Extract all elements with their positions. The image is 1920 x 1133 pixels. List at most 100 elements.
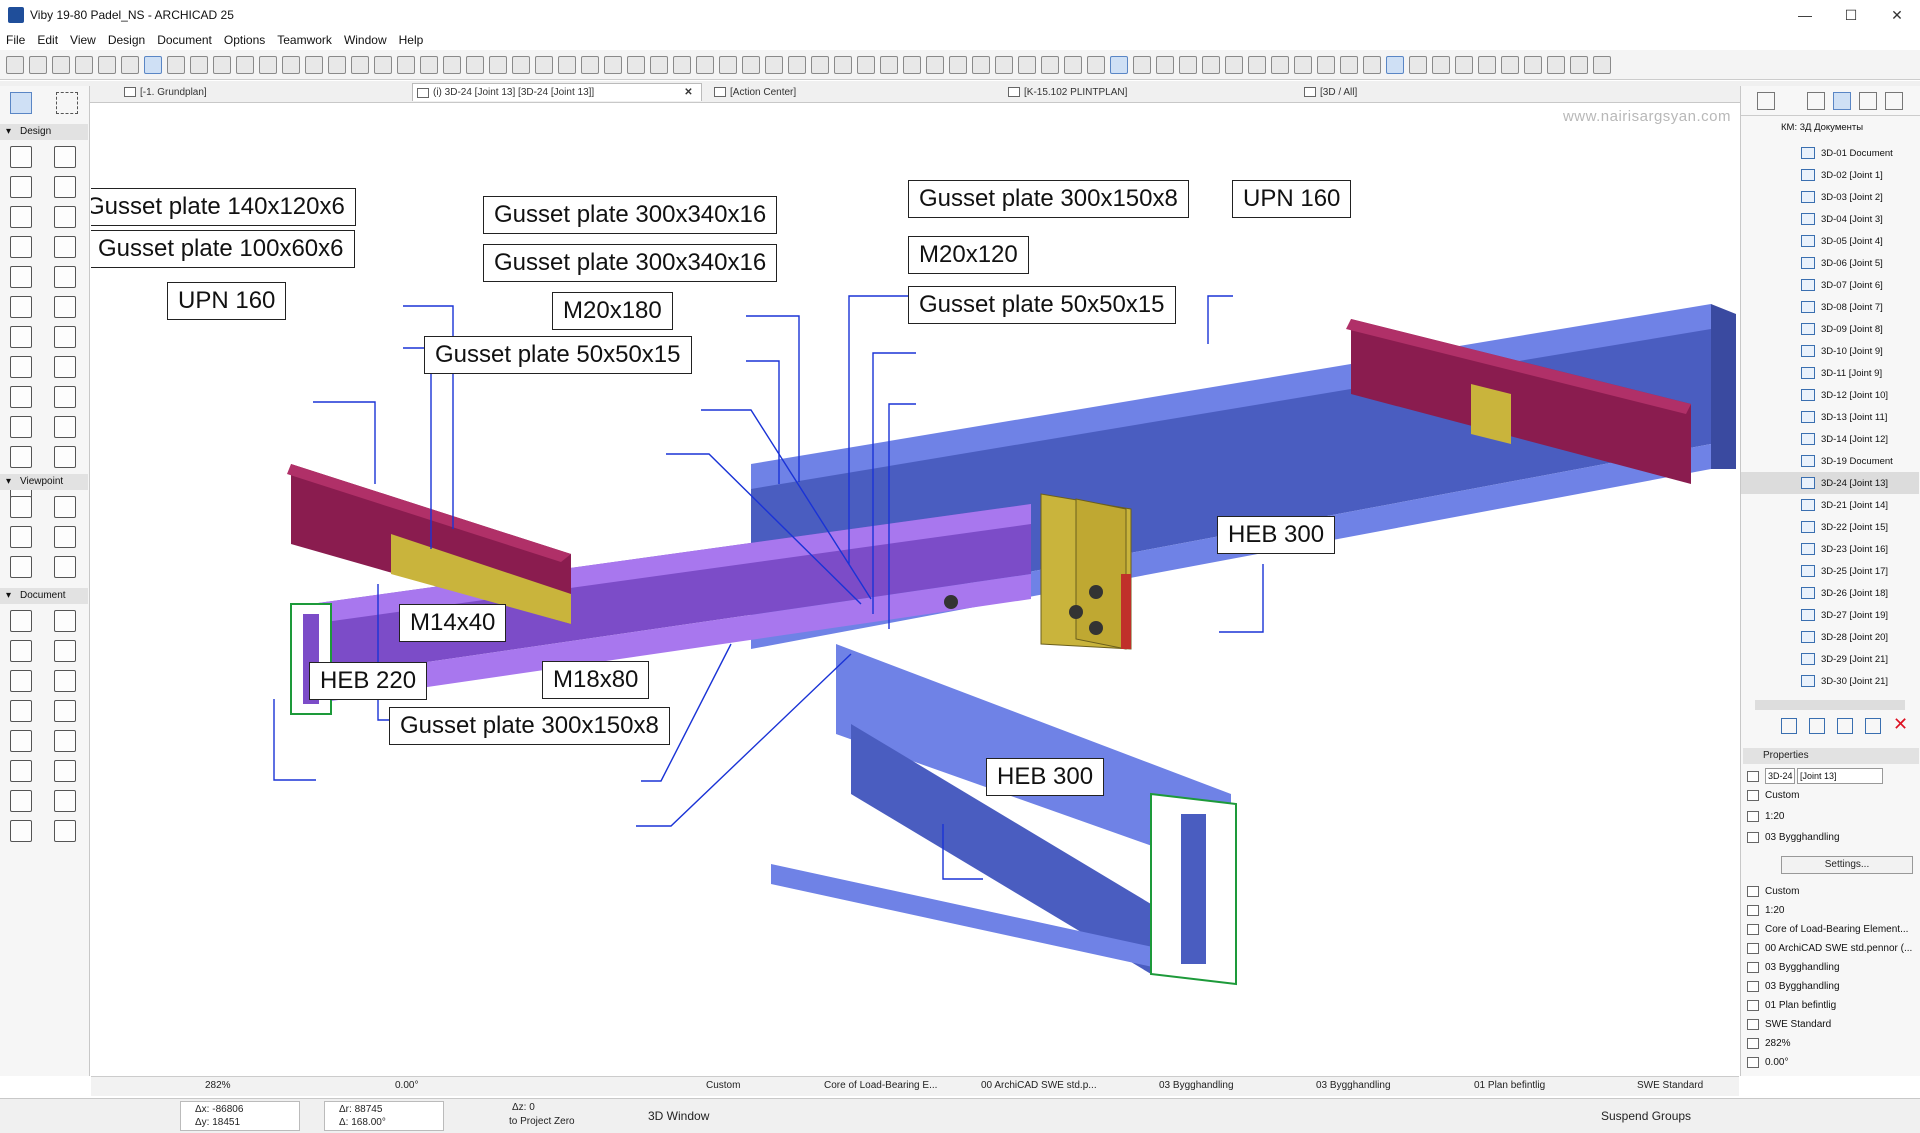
- document-tool-icon[interactable]: [10, 700, 32, 722]
- toolbar-tool-icon[interactable]: [443, 55, 461, 74]
- toolbar-tool-icon[interactable]: [995, 55, 1013, 74]
- document-tool-icon[interactable]: [10, 610, 32, 632]
- save-view-icon[interactable]: [1837, 718, 1853, 734]
- toolbar-tool-icon[interactable]: [282, 55, 300, 74]
- toolbar-tool-icon[interactable]: [1064, 55, 1082, 74]
- design-tool-icon[interactable]: [54, 296, 76, 318]
- properties-header[interactable]: Properties: [1743, 748, 1919, 764]
- 3d-viewport[interactable]: www.nairisargsyan.com Gusset plate 140x1…: [91, 104, 1739, 1074]
- maximize-button[interactable]: ☐: [1828, 0, 1874, 30]
- view-tree-item[interactable]: 3D-09 [Joint 8]: [1801, 318, 1919, 340]
- design-tool-icon[interactable]: [54, 146, 76, 168]
- view-tree-item[interactable]: 3D-14 [Joint 12]: [1801, 428, 1919, 450]
- view-tree-item[interactable]: 3D-08 [Joint 7]: [1801, 296, 1919, 318]
- design-tool-icon[interactable]: [54, 416, 76, 438]
- model-view-options-dropdown[interactable]: SWE Standard: [1637, 1080, 1703, 1091]
- toolbar-tool-icon[interactable]: [144, 55, 162, 74]
- toolbar-tool-icon[interactable]: [788, 55, 806, 74]
- property-row[interactable]: 01 Plan befintlig: [1747, 1000, 1836, 1011]
- toolbar-tool-icon[interactable]: [259, 55, 277, 74]
- tree-root-folder[interactable]: КМ: 3Д Документы: [1781, 122, 1863, 133]
- document-tool-icon[interactable]: [54, 610, 76, 632]
- toolbar-tool-icon[interactable]: [1432, 55, 1450, 74]
- design-tool-icon[interactable]: [54, 176, 76, 198]
- toolbar-tool-icon[interactable]: [1225, 55, 1243, 74]
- toolbar-tool-icon[interactable]: [673, 55, 691, 74]
- design-tool-icon[interactable]: [54, 326, 76, 348]
- section-viewpoint[interactable]: Viewpoint: [0, 474, 88, 490]
- layer-combination-dropdown[interactable]: 03 Bygghandling: [1159, 1080, 1234, 1091]
- toolbar-tool-icon[interactable]: [167, 55, 185, 74]
- view-tree-item[interactable]: 3D-07 [Joint 6]: [1801, 274, 1919, 296]
- design-tool-icon[interactable]: [10, 236, 32, 258]
- menu-file[interactable]: File: [6, 33, 25, 47]
- new-view-icon[interactable]: [1781, 718, 1797, 734]
- section-document[interactable]: Document: [0, 588, 88, 604]
- rotation-angle[interactable]: 0.00°: [395, 1080, 418, 1091]
- design-tool-icon[interactable]: [10, 356, 32, 378]
- toolbar-tool-icon[interactable]: [834, 55, 852, 74]
- toolbar-tool-icon[interactable]: [420, 55, 438, 74]
- property-row[interactable]: 03 Bygghandling: [1747, 962, 1840, 973]
- toolbar-tool-icon[interactable]: [1409, 55, 1427, 74]
- scale-dropdown[interactable]: Custom: [706, 1080, 740, 1091]
- toolbar-tool-icon[interactable]: [857, 55, 875, 74]
- design-tool-icon[interactable]: [10, 326, 32, 348]
- toolbar-tool-icon[interactable]: [328, 55, 346, 74]
- toolbar-tool-icon[interactable]: [466, 55, 484, 74]
- toolbar-tool-icon[interactable]: [1202, 55, 1220, 74]
- toolbar-tool-icon[interactable]: [374, 55, 392, 74]
- view-tree-item[interactable]: 3D-28 [Joint 20]: [1801, 626, 1919, 648]
- view-tree-item[interactable]: 3D-19 Document: [1801, 450, 1919, 472]
- menu-document[interactable]: Document: [157, 33, 212, 47]
- section-design[interactable]: Design: [0, 124, 88, 140]
- clone-view-icon[interactable]: [1809, 718, 1825, 734]
- toolbar-tool-icon[interactable]: [305, 55, 323, 74]
- suspend-groups-button[interactable]: Suspend Groups: [1601, 1109, 1691, 1123]
- view-tree-item[interactable]: 3D-30 [Joint 21]: [1801, 670, 1919, 692]
- project-map-icon[interactable]: [1757, 92, 1775, 110]
- design-tool-icon[interactable]: [54, 206, 76, 228]
- document-tool-icon[interactable]: [10, 670, 32, 692]
- toolbar-tool-icon[interactable]: [558, 55, 576, 74]
- property-row[interactable]: Custom: [1747, 790, 1799, 801]
- property-row[interactable]: 0.00°: [1747, 1057, 1788, 1068]
- tab-plintplan[interactable]: [K-15.102 PLINTPLAN]: [1004, 83, 1294, 101]
- design-tool-icon[interactable]: [54, 356, 76, 378]
- home-icon[interactable]: [1807, 92, 1825, 110]
- document-tool-icon[interactable]: [10, 820, 32, 842]
- property-row[interactable]: 1:20: [1747, 811, 1784, 822]
- menu-teamwork[interactable]: Teamwork: [277, 33, 332, 47]
- toolbar-tool-icon[interactable]: [604, 55, 622, 74]
- toolbar-tool-icon[interactable]: [1133, 55, 1151, 74]
- toolbar-tool-icon[interactable]: [949, 55, 967, 74]
- toolbar-tool-icon[interactable]: [1018, 55, 1036, 74]
- toolbar-tool-icon[interactable]: [1570, 55, 1588, 74]
- toolbar-tool-icon[interactable]: [1501, 55, 1519, 74]
- close-tab-icon[interactable]: ✕: [684, 87, 692, 98]
- menu-view[interactable]: View: [70, 33, 96, 47]
- toolbar-tool-icon[interactable]: [765, 55, 783, 74]
- arrow-tool-icon[interactable]: [10, 92, 32, 114]
- toolbar-tool-icon[interactable]: [29, 55, 47, 74]
- view-tree-item[interactable]: 3D-27 [Joint 19]: [1801, 604, 1919, 626]
- view-tree-item[interactable]: 3D-01 Document: [1801, 142, 1919, 164]
- design-tool-icon[interactable]: [10, 206, 32, 228]
- property-row[interactable]: SWE Standard: [1747, 1019, 1831, 1030]
- toolbar-tool-icon[interactable]: [1110, 55, 1128, 74]
- toolbar-tool-icon[interactable]: [1179, 55, 1197, 74]
- view-tree-item[interactable]: 3D-05 [Joint 4]: [1801, 230, 1919, 252]
- marquee-tool-icon[interactable]: [56, 92, 78, 114]
- document-tool-icon[interactable]: [10, 730, 32, 752]
- toolbar-tool-icon[interactable]: [1087, 55, 1105, 74]
- view-tree-item[interactable]: 3D-22 [Joint 15]: [1801, 516, 1919, 538]
- folder-icon[interactable]: [1865, 718, 1881, 734]
- toolbar-tool-icon[interactable]: [1478, 55, 1496, 74]
- menu-design[interactable]: Design: [108, 33, 145, 47]
- toolbar-tool-icon[interactable]: [972, 55, 990, 74]
- view-tree-item[interactable]: 3D-13 [Joint 11]: [1801, 406, 1919, 428]
- renovation-filter-dropdown[interactable]: 01 Plan befintlig: [1474, 1080, 1545, 1091]
- toolbar-tool-icon[interactable]: [535, 55, 553, 74]
- toolbar-tool-icon[interactable]: [1524, 55, 1542, 74]
- toolbar-tool-icon[interactable]: [351, 55, 369, 74]
